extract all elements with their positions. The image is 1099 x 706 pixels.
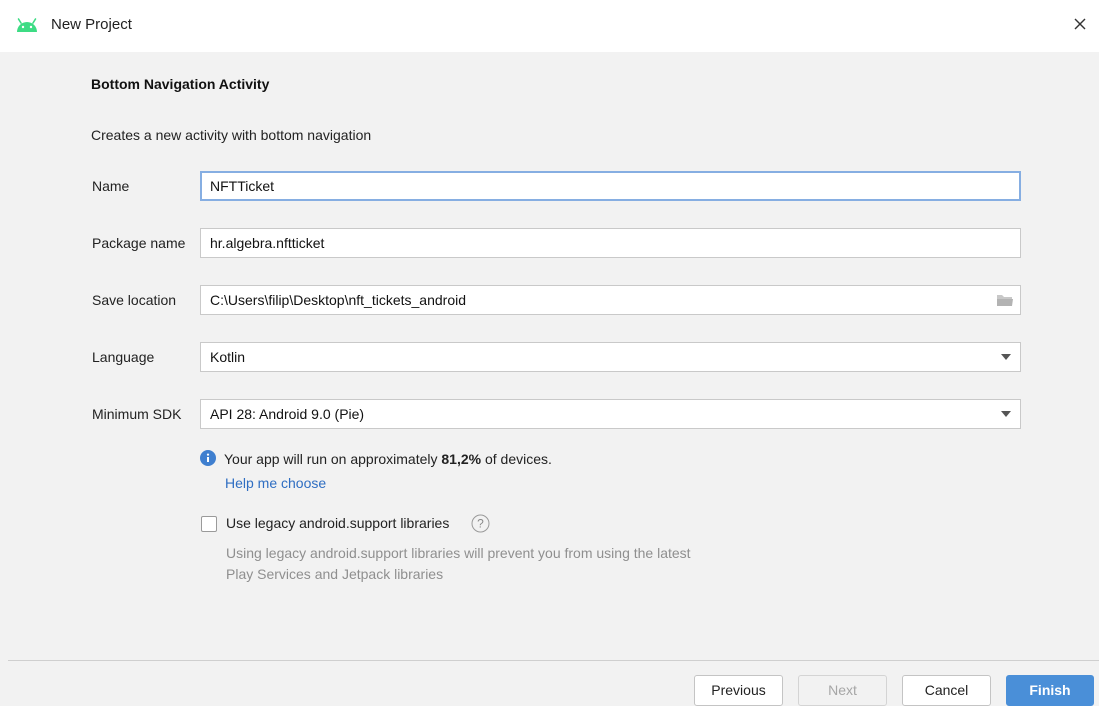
package-name-value: hr.algebra.nftticket (210, 235, 325, 251)
save-location-field[interactable]: C:\Users\filip\Desktop\nft_tickets_andro… (200, 285, 1021, 315)
minimum-sdk-value: API 28: Android 9.0 (Pie) (210, 406, 365, 422)
chevron-down-icon (1001, 411, 1011, 417)
coverage-text-prefix: Your app will run on approximately (224, 451, 442, 467)
name-field[interactable]: NFTTicket (200, 171, 1021, 201)
package-name-label: Package name (92, 235, 186, 251)
minimum-sdk-select[interactable]: API 28: Android 9.0 (Pie) (200, 399, 1021, 429)
package-name-field[interactable]: hr.algebra.nftticket (200, 228, 1021, 258)
title-bar: New Project (0, 0, 1099, 52)
template-description: Creates a new activity with bottom navig… (91, 127, 372, 143)
help-me-choose-link[interactable]: Help me choose (225, 475, 326, 491)
folder-icon[interactable] (996, 293, 1014, 307)
language-value: Kotlin (210, 349, 246, 365)
name-value: NFTTicket (210, 178, 275, 194)
device-coverage-text: Your app will run on approximately 81,2%… (224, 451, 552, 467)
chevron-down-icon (1001, 354, 1011, 360)
svg-text:?: ? (477, 517, 484, 531)
template-heading: Bottom Navigation Activity (91, 76, 270, 92)
coverage-percentage: 81,2% (441, 451, 482, 467)
name-label: Name (92, 178, 130, 194)
coverage-text-suffix: of devices. (481, 451, 552, 467)
legacy-support-label[interactable]: Use legacy android.support libraries (226, 515, 449, 531)
dialog-content: Bottom Navigation Activity Creates a new… (0, 52, 1099, 660)
legacy-support-checkbox[interactable] (201, 516, 217, 532)
language-label: Language (92, 349, 155, 365)
android-icon (17, 18, 37, 32)
close-icon[interactable] (1069, 13, 1091, 35)
new-project-dialog: New Project Bottom Navigation Activity C… (0, 0, 1099, 706)
window-title: New Project (51, 16, 132, 33)
legacy-support-hint: Using legacy android.support libraries w… (226, 545, 691, 582)
language-select[interactable]: Kotlin (200, 342, 1021, 372)
question-icon[interactable]: ? (471, 514, 490, 533)
minimum-sdk-label: Minimum SDK (92, 406, 182, 422)
save-location-value: C:\Users\filip\Desktop\nft_tickets_andro… (210, 292, 466, 308)
next-button[interactable]: Next (798, 675, 887, 706)
cancel-button[interactable]: Cancel (902, 675, 991, 706)
previous-button[interactable]: Previous (694, 675, 783, 706)
finish-button[interactable]: Finish (1006, 675, 1094, 706)
save-location-label: Save location (92, 292, 177, 308)
info-icon (200, 450, 216, 466)
